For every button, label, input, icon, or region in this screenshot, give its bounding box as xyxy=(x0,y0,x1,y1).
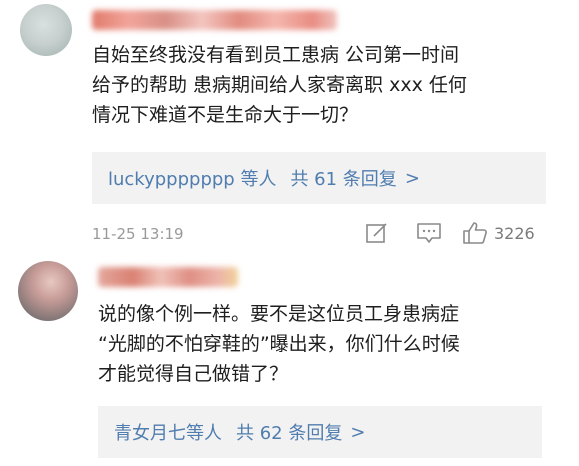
comment-text-line: 给予的帮助 患病期间给人家寄离职 xxx 任何 xyxy=(92,74,467,96)
comment-text-line: “光脚的不怕穿鞋的”曝出来，你们什么时候 xyxy=(98,333,460,355)
avatar[interactable] xyxy=(20,4,72,56)
reply-users-link[interactable]: 青女月七等人 xyxy=(114,419,222,445)
username-blurred[interactable] xyxy=(92,10,337,30)
like-button[interactable]: 3226 xyxy=(462,218,535,248)
thumbs-up-icon xyxy=(463,222,487,244)
comment-icon xyxy=(417,223,441,243)
comment-meta: 11-25 13:19 xyxy=(92,222,184,246)
avatar[interactable] xyxy=(18,261,78,321)
timestamp: 11-25 13:19 xyxy=(92,225,184,243)
comment-text-line: 自始至终我没有看到员工患病 公司第一时间 xyxy=(92,44,460,66)
comment-text: 自始至终我没有看到员工患病 公司第一时间 给予的帮助 患病期间给人家寄离职 xx… xyxy=(92,40,467,130)
comment-item: 说的像个例一样。要不是这位员工身患病症 “光脚的不怕穿鞋的”曝出来，你们什么时候… xyxy=(0,255,579,466)
reply-count: 共 62 条回复 xyxy=(236,423,343,444)
comment-item: 自始至终我没有看到员工患病 公司第一时间 给予的帮助 患病期间给人家寄离职 xx… xyxy=(0,0,579,255)
comment-text-line: 说的像个例一样。要不是这位员工身患病症 xyxy=(98,303,460,325)
edit-icon xyxy=(366,223,387,243)
username-blurred[interactable] xyxy=(98,267,238,287)
comment-actions: 3226 xyxy=(360,218,535,248)
replies-summary-button[interactable]: 青女月七等人 共 62 条回复 > xyxy=(98,406,542,458)
replies-summary-button[interactable]: luckyppppppp 等人 共 61 条回复 > xyxy=(92,152,546,204)
comment-text-line: 才能觉得自己做错了？ xyxy=(98,363,289,385)
chevron-right-icon: > xyxy=(404,167,420,189)
comment-text-line: 情况下难道不是生命大于一切？ xyxy=(92,104,359,126)
comment-button[interactable] xyxy=(412,218,446,248)
reply-users-link[interactable]: luckyppppppp 等人 xyxy=(108,165,276,191)
like-count: 3226 xyxy=(494,223,535,243)
comment-text: 说的像个例一样。要不是这位员工身患病症 “光脚的不怕穿鞋的”曝出来，你们什么时候… xyxy=(98,299,460,389)
edit-button[interactable] xyxy=(360,218,394,248)
chevron-right-icon: > xyxy=(350,421,366,443)
reply-count: 共 61 条回复 xyxy=(290,169,397,190)
